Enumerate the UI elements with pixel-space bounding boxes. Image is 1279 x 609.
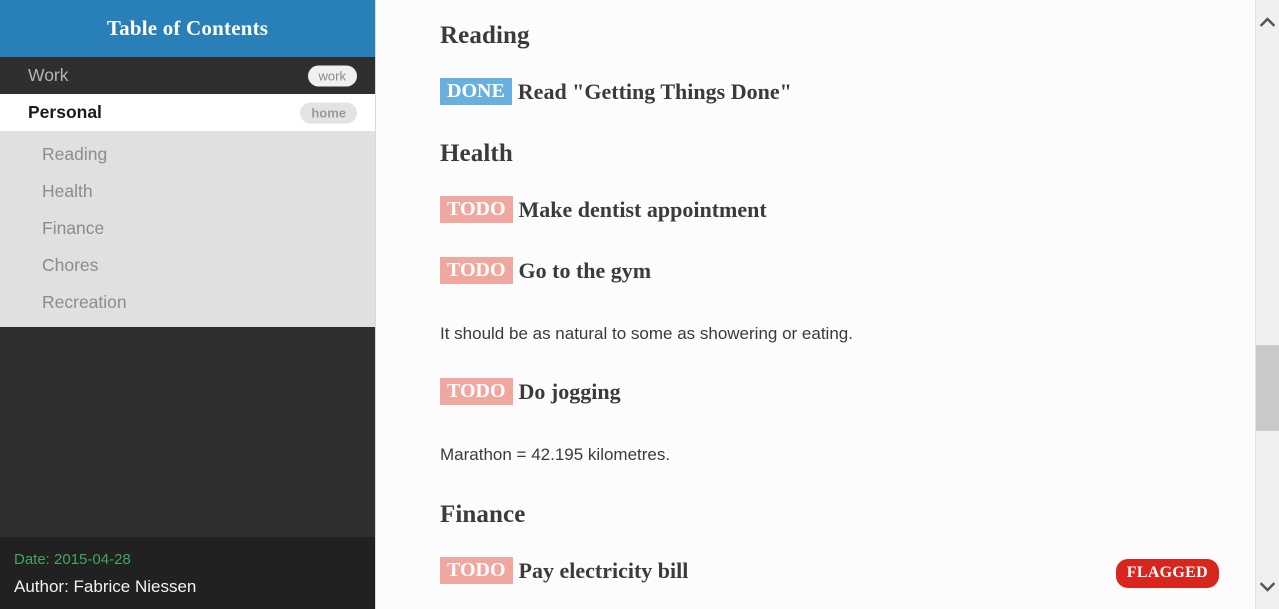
sidebar-item-label: Work (28, 65, 69, 85)
vertical-scrollbar[interactable] (1255, 0, 1279, 609)
sidebar-item-personal[interactable]: Personal home (0, 94, 375, 131)
todo-line: TODO Go to the gym (440, 257, 1219, 284)
sidebar-item-label: Recreation (42, 292, 127, 312)
section-heading-text: Health (440, 140, 513, 167)
section-heading: Reading (440, 22, 1219, 50)
sidebar-sublist: Reading Health Finance Chores Recreation (0, 131, 375, 327)
section-heading: Finance (440, 501, 1219, 529)
todo-title: Do jogging (518, 379, 621, 404)
todo-title: Read "Getting Things Done" (517, 79, 792, 104)
todo-item[interactable]: DONE Read "Getting Things Done" (440, 78, 1219, 105)
todo-line: TODO Make dentist appointment (440, 196, 1219, 223)
todo-title: Go to the gym (518, 258, 652, 283)
footer-date: Date: 2015-04-28 (14, 551, 131, 568)
todo-keyword-badge[interactable]: TODO (440, 557, 513, 584)
paragraph: It should be as natural to some as showe… (440, 322, 1219, 346)
todo-item[interactable]: TODO Do jogging (440, 378, 1219, 405)
flagged-tag[interactable]: FLAGGED (1115, 559, 1219, 588)
scrollbar-thumb[interactable] (1256, 345, 1279, 431)
sidebar-item-finance[interactable]: Finance (0, 210, 375, 247)
todo-item[interactable]: TODO Go to the gym (440, 257, 1219, 284)
toc-header: Table of Contents (0, 0, 375, 57)
todo-line: TODO Pay electricity bill FLAGGED (440, 557, 1219, 588)
chevron-up-icon[interactable] (1256, 10, 1279, 34)
paragraph: Marathon = 42.195 kilometres. (440, 443, 1219, 467)
chevron-down-icon[interactable] (1256, 575, 1279, 599)
sidebar-item-chores[interactable]: Chores (0, 247, 375, 284)
sidebar-item-label: Personal (28, 102, 102, 122)
sidebar-item-label: Finance (42, 218, 105, 238)
sidebar-item-label: Reading (42, 144, 108, 164)
todo-line: TODO Do jogging (440, 378, 1219, 405)
todo-title: Pay electricity bill (518, 558, 689, 583)
toc-header-title: Table of Contents (106, 16, 269, 40)
paragraph-text: It should be as natural to some as showe… (440, 324, 853, 343)
app-root: Table of Contents Work work Personal home Re… (0, 0, 1279, 609)
footer-author: Author: Fabrice Niessen (14, 577, 197, 596)
sidebar: Table of Contents Work work Personal home Re… (0, 0, 375, 609)
todo-title: Make dentist appointment (518, 197, 767, 222)
section-heading-text: Finance (440, 501, 526, 528)
sidebar-item-work[interactable]: Work work (0, 57, 375, 94)
section-heading: Health (440, 140, 1219, 168)
paragraph-text: Marathon = 42.195 kilometres. (440, 445, 671, 464)
todo-item[interactable]: TODO Make dentist appointment (440, 196, 1219, 223)
todo-keyword-badge[interactable]: TODO (440, 257, 513, 284)
sidebar-footer: Date: 2015-04-28 Author: Fabrice Niessen (0, 537, 375, 609)
sidebar-item-recreation[interactable]: Recreation (0, 284, 375, 321)
sidebar-item-reading[interactable]: Reading (0, 136, 375, 173)
sidebar-item-label: Chores (42, 255, 99, 275)
sidebar-item-health[interactable]: Health (0, 173, 375, 210)
todo-line: DONE Read "Getting Things Done" (440, 78, 1219, 105)
sidebar-item-tag[interactable]: work (307, 65, 357, 86)
todo-keyword-badge[interactable]: DONE (440, 78, 512, 105)
sidebar-item-label: Health (42, 181, 93, 201)
section-heading-text: Reading (440, 22, 530, 49)
todo-keyword-badge[interactable]: TODO (440, 196, 513, 223)
todo-item[interactable]: TODO Pay electricity bill FLAGGED (440, 557, 1219, 588)
todo-keyword-badge[interactable]: TODO (440, 378, 513, 405)
toc-list: Work work Personal home Reading Health Finance… (0, 57, 375, 327)
sidebar-item-tag[interactable]: home (300, 102, 357, 123)
